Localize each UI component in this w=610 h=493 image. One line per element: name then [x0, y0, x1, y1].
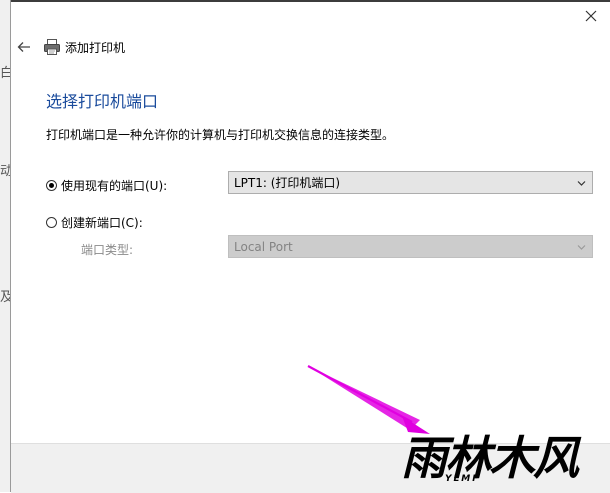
- printer-icon: [44, 39, 60, 55]
- port-type-label: 端口类型:: [81, 243, 134, 257]
- close-button[interactable]: [573, 2, 609, 30]
- port-type-select: Local Port: [228, 235, 593, 258]
- new-port-label: 创建新端口(C):: [61, 216, 143, 230]
- existing-port-label: 使用现有的端口(U):: [61, 179, 168, 193]
- port-type-value: Local Port: [234, 239, 293, 254]
- radio-selected-indicator: [46, 180, 57, 191]
- page-heading: 选择打印机端口: [46, 92, 159, 111]
- window-top-edge: [11, 0, 610, 2]
- chevron-down-icon: [577, 181, 586, 186]
- chevron-down-icon: [577, 245, 586, 250]
- new-port-radio[interactable]: 创建新端口(C):: [46, 214, 143, 231]
- watermark-brand: 雨林木风: [401, 431, 579, 485]
- radio-unselected-indicator: [46, 217, 57, 228]
- existing-port-radio[interactable]: 使用现有的端口(U):: [46, 177, 167, 194]
- back-button[interactable]: [13, 36, 35, 58]
- watermark-sub: YLMF: [445, 474, 481, 484]
- existing-port-value: LPT1: (打印机端口): [234, 176, 341, 190]
- existing-port-select[interactable]: LPT1: (打印机端口): [228, 171, 593, 194]
- page-description: 打印机端口是一种允许你的计算机与打印机交换信息的连接类型。: [46, 128, 395, 142]
- watermark-logo: 雨林木风 YLMF: [395, 420, 610, 492]
- back-arrow-icon: [17, 42, 30, 52]
- wizard-title: 添加打印机: [65, 41, 126, 55]
- close-icon: [585, 10, 597, 22]
